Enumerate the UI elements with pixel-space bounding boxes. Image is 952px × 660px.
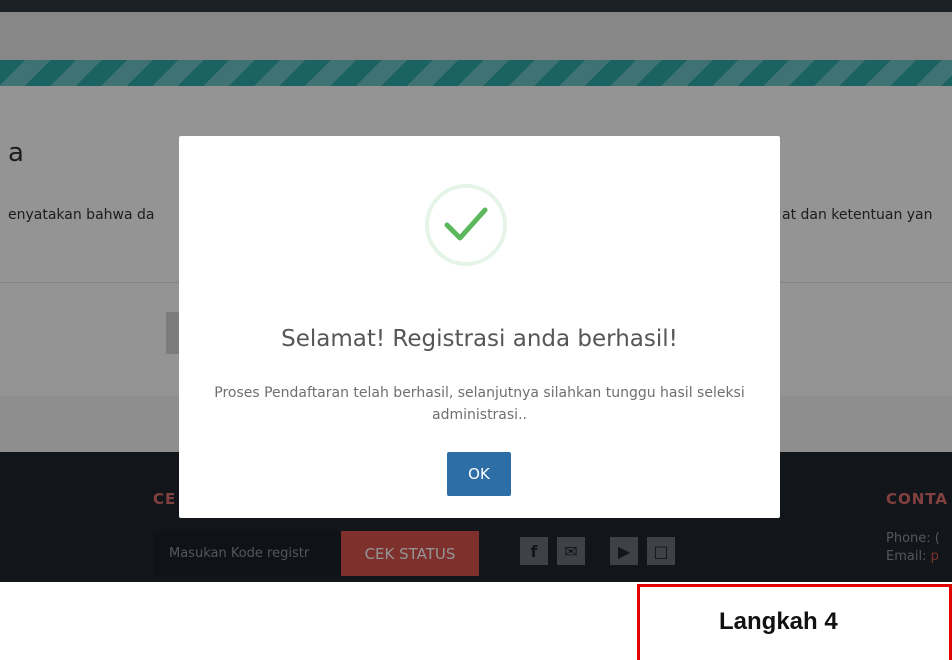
browser-screen: a enyatakan bahwa da at dan ketentuan ya… — [0, 0, 952, 582]
modal-title: Selamat! Registrasi anda berhasil! — [281, 326, 678, 352]
success-modal: Selamat! Registrasi anda berhasil! Prose… — [179, 136, 780, 518]
step-annotation: Langkah 4 — [637, 584, 952, 660]
success-circle — [425, 184, 507, 266]
modal-message: Proses Pendaftaran telah berhasil, selan… — [214, 385, 745, 423]
ok-button[interactable]: OK — [447, 452, 511, 496]
step-label: Langkah 4 — [719, 608, 838, 635]
checkmark-icon — [444, 207, 488, 241]
